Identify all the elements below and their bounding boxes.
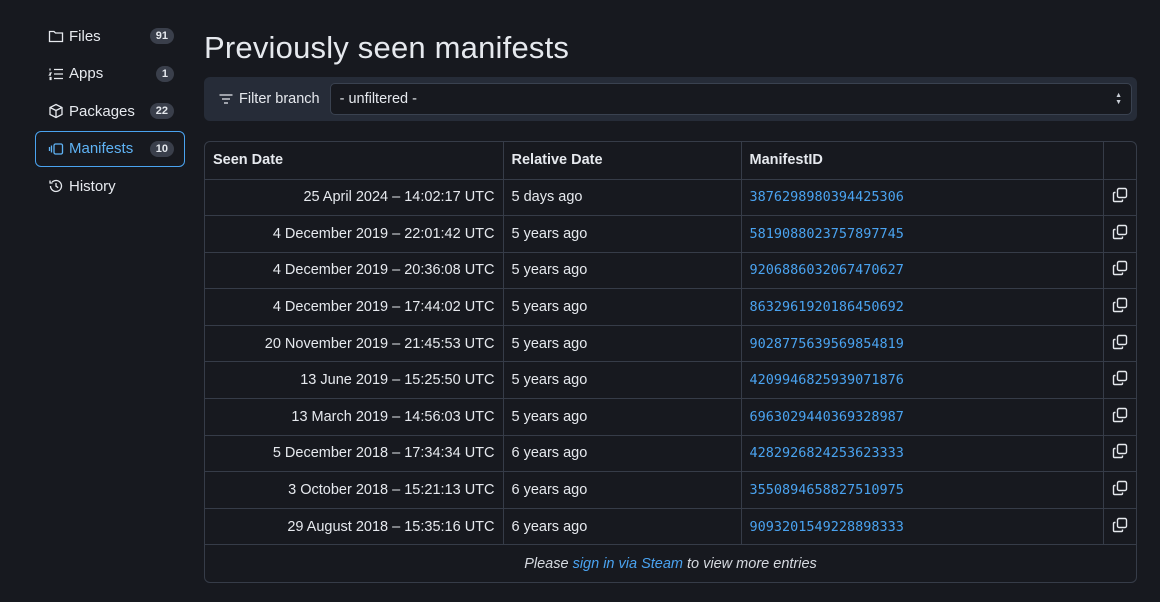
filter-label: Filter branch <box>218 91 320 107</box>
branch-select-value: - unfiltered - <box>339 91 417 107</box>
column-header-copy <box>1102 142 1136 180</box>
sign-in-link[interactable]: sign in via Steam <box>573 556 683 572</box>
count-badge: 1 <box>155 65 174 82</box>
branch-select[interactable]: - unfiltered - ▲ ▼ <box>329 83 1132 115</box>
table-row: 25 April 2024 – 14:02:17 UTC 5 days ago 38… <box>205 178 1136 217</box>
copy-cell <box>1102 178 1136 217</box>
seen-date-cell: 4 December 2019 – 22:01:42 UTC <box>205 215 504 253</box>
seen-date-cell: 4 December 2019 – 17:44:02 UTC <box>205 288 504 326</box>
table-header-row: Seen Date Relative Date ManifestID <box>205 142 1136 180</box>
manifests-table: Seen Date Relative Date ManifestID 25 Ap… <box>204 141 1137 583</box>
relative-date-cell: 6 years ago <box>502 434 742 473</box>
column-header-relative-date: Relative Date <box>502 142 742 180</box>
relative-date-cell: 5 years ago <box>502 324 742 363</box>
relative-date-cell: 5 years ago <box>502 251 742 290</box>
sidebar-item-label: Apps <box>69 65 104 83</box>
copy-cell <box>1102 215 1136 253</box>
table-row: 4 December 2019 – 22:01:42 UTC 5 years ag… <box>205 215 1136 253</box>
table-row: 5 December 2018 – 17:34:34 UTC 6 years ag… <box>205 434 1136 473</box>
folder-icon <box>48 28 64 44</box>
count-badge: 10 <box>149 140 174 157</box>
copy-icon[interactable] <box>1111 333 1129 351</box>
seen-date-cell: 13 March 2019 – 14:56:03 UTC <box>205 398 504 436</box>
manifest-id-link[interactable]: 3876298980394425306 <box>740 178 1104 217</box>
seen-date-cell: 5 December 2018 – 17:34:34 UTC <box>205 434 504 473</box>
history-icon <box>48 178 64 194</box>
copy-icon[interactable] <box>1111 406 1129 424</box>
sidebar-item-label: Files <box>69 27 101 45</box>
copy-cell <box>1102 361 1136 400</box>
manifest-id-link[interactable]: 3550894658827510975 <box>740 471 1104 509</box>
table-footer-row: Please sign in via Steam to view more en… <box>205 544 1136 582</box>
manifest-id-link[interactable]: 5819088023757897745 <box>740 215 1104 253</box>
copy-cell <box>1102 251 1136 290</box>
filter-icon <box>219 94 233 104</box>
seen-date-cell: 13 June 2019 – 15:25:50 UTC <box>205 361 504 400</box>
copy-cell <box>1102 507 1136 546</box>
table-row: 13 March 2019 – 14:56:03 UTC 5 years ago 6… <box>205 398 1136 436</box>
seen-date-cell: 25 April 2024 – 14:02:17 UTC <box>205 178 504 217</box>
filter-label-text: Filter branch <box>239 91 320 107</box>
table-row: 13 June 2019 – 15:25:50 UTC 5 years ago 42… <box>205 361 1136 400</box>
manifests-icon <box>48 141 64 157</box>
sidebar-item-files[interactable]: Files 91 <box>35 18 185 54</box>
relative-date-cell: 6 years ago <box>502 471 742 509</box>
manifest-id-link[interactable]: 4209946825939071876 <box>740 361 1104 400</box>
count-badge: 91 <box>149 28 174 44</box>
manifest-id-link[interactable]: 8632961920186450692 <box>740 288 1104 326</box>
copy-icon[interactable] <box>1111 259 1129 277</box>
relative-date-cell: 5 years ago <box>502 288 742 326</box>
select-arrows-icon: ▲ ▼ <box>1115 92 1122 106</box>
relative-date-cell: 5 days ago <box>502 178 742 217</box>
column-header-manifest-id: ManifestID <box>740 142 1104 180</box>
count-badge: 22 <box>149 103 174 120</box>
sidebar-item-label: Manifests <box>69 140 134 158</box>
copy-icon[interactable] <box>1111 369 1129 387</box>
copy-icon[interactable] <box>1111 516 1129 534</box>
relative-date-cell: 6 years ago <box>502 507 742 546</box>
column-header-seen-date: Seen Date <box>205 142 504 180</box>
sidebar-item-manifests[interactable]: Manifests 10 <box>35 130 185 167</box>
seen-date-cell: 4 December 2019 – 20:36:08 UTC <box>205 251 504 290</box>
seen-date-cell: 3 October 2018 – 15:21:13 UTC <box>205 471 504 509</box>
copy-cell <box>1102 434 1136 473</box>
relative-date-cell: 5 years ago <box>502 398 742 436</box>
main-content: Previously seen manifests Filter branch … <box>204 26 1137 583</box>
copy-cell <box>1102 398 1136 436</box>
relative-date-cell: 5 years ago <box>502 361 742 400</box>
filter-bar: Filter branch - unfiltered - ▲ ▼ <box>204 77 1137 121</box>
copy-icon[interactable] <box>1111 442 1129 460</box>
table-row: 20 November 2019 – 21:45:53 UTC 5 years a… <box>205 324 1136 363</box>
table-row: 4 December 2019 – 17:44:02 UTC 5 years ag… <box>205 288 1136 326</box>
table-row: 29 August 2018 – 15:35:16 UTC 6 years ago… <box>205 507 1136 546</box>
manifest-id-link[interactable]: 9028775639569854819 <box>740 324 1104 363</box>
sidebar-item-label: History <box>69 177 116 195</box>
manifest-id-link[interactable]: 9093201549228898333 <box>740 507 1104 546</box>
seen-date-cell: 29 August 2018 – 15:35:16 UTC <box>205 507 504 546</box>
copy-cell <box>1102 471 1136 509</box>
sidebar-item-packages[interactable]: Packages 22 <box>35 93 185 129</box>
copy-icon[interactable] <box>1111 223 1129 241</box>
page-title: Previously seen manifests <box>204 30 570 65</box>
sidebar-item-label: Packages <box>69 102 135 120</box>
table-row: 3 October 2018 – 15:21:13 UTC 6 years ago… <box>205 471 1136 509</box>
list-icon <box>48 66 64 82</box>
sidebar-item-apps[interactable]: Apps 1 <box>35 56 185 92</box>
seen-date-cell: 20 November 2019 – 21:45:53 UTC <box>205 324 504 363</box>
copy-icon[interactable] <box>1111 186 1129 204</box>
manifest-id-link[interactable]: 4282926824253623333 <box>740 434 1104 473</box>
sign-in-notice: Please sign in via Steam to view more en… <box>205 544 1136 582</box>
manifest-id-link[interactable]: 6963029440369328987 <box>740 398 1104 436</box>
sidebar: Files 91 Apps 1 Packages 22 Manifests 10… <box>35 18 185 206</box>
copy-cell <box>1102 288 1136 326</box>
sidebar-item-history[interactable]: History <box>35 168 185 204</box>
copy-cell <box>1102 324 1136 363</box>
copy-icon[interactable] <box>1111 479 1129 497</box>
table-row: 4 December 2019 – 20:36:08 UTC 5 years ag… <box>205 251 1136 290</box>
copy-icon[interactable] <box>1111 296 1129 314</box>
package-icon <box>48 103 64 119</box>
manifest-id-link[interactable]: 9206886032067470627 <box>740 251 1104 290</box>
relative-date-cell: 5 years ago <box>502 215 742 253</box>
